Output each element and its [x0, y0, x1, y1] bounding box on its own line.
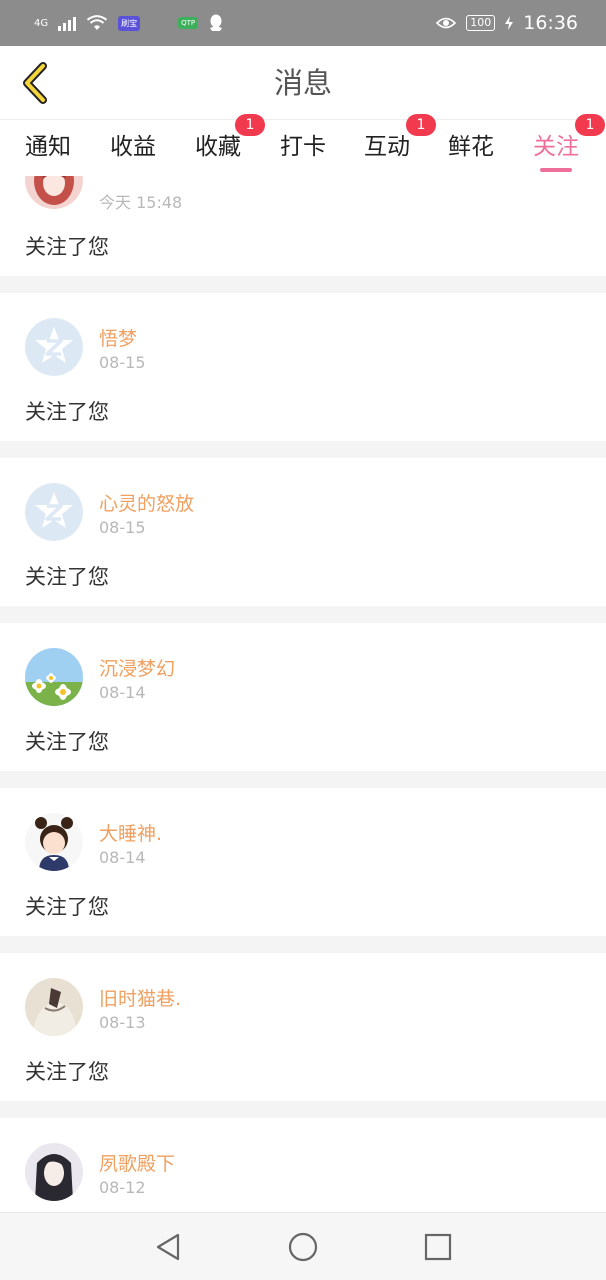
message-text: 关注了您 — [25, 1060, 109, 1084]
message-text: 关注了您 — [25, 895, 109, 919]
tab-label: 收藏 — [195, 134, 241, 160]
username[interactable]: 悟梦 — [99, 324, 137, 351]
status-left: 4G 刷宝 QTP — [34, 14, 224, 32]
timestamp: 08-15 — [99, 518, 146, 537]
nav-home-button[interactable] — [283, 1227, 323, 1267]
list-item[interactable]: 大睡神. 08-14 关注了您 — [0, 788, 606, 936]
message-text: 关注了您 — [25, 400, 109, 424]
tab-earnings[interactable]: 收益 — [110, 120, 156, 176]
timestamp: 08-15 — [99, 353, 146, 372]
app-notification-badge: 刷宝 — [118, 15, 141, 31]
anime-girl-avatar[interactable] — [25, 176, 83, 209]
child-avatar[interactable] — [25, 813, 83, 871]
message-text: 关注了您 — [25, 565, 109, 589]
status-bar: 4G 刷宝 QTP 100 16:36 — [0, 0, 606, 46]
qq-icon — [210, 14, 223, 31]
tab-label: 收益 — [110, 134, 156, 160]
username[interactable]: 夙歌殿下 — [99, 1149, 175, 1176]
default-z-avatar[interactable] — [25, 318, 83, 376]
unread-badge: 1 — [235, 114, 265, 136]
nav-back-button[interactable] — [149, 1227, 189, 1267]
list-item[interactable]: 悟梦 08-15 关注了您 — [0, 293, 606, 441]
app-notification-badge-2: QTP — [178, 17, 199, 29]
tab-bar: 通知 收益 收藏 1 打卡 互动 1 鲜花 关注 1 — [0, 114, 606, 176]
timestamp: 08-14 — [99, 683, 146, 702]
unread-badge: 1 — [575, 114, 605, 136]
active-tab-indicator — [540, 168, 572, 172]
triangle-back-icon — [156, 1233, 180, 1261]
timestamp: 08-12 — [99, 1178, 146, 1197]
tab-interactions[interactable]: 互动 1 — [364, 114, 436, 176]
tab-favorites[interactable]: 收藏 1 — [195, 114, 265, 176]
timestamp: 08-14 — [99, 848, 146, 867]
network-label: 4G — [34, 17, 49, 29]
clock: 16:36 — [523, 12, 578, 34]
eye-icon — [436, 17, 457, 29]
tab-follows[interactable]: 关注 1 — [533, 114, 605, 176]
signal-icon — [58, 15, 77, 31]
message-text: 关注了您 — [25, 730, 109, 754]
page-title: 消息 — [273, 66, 332, 100]
tab-label: 通知 — [25, 134, 71, 160]
list-item[interactable]: 沉浸梦幻 08-14 关注了您 — [0, 623, 606, 771]
message-text: 关注了您 — [25, 235, 109, 259]
nav-recents-button[interactable] — [418, 1227, 458, 1267]
timestamp: 08-13 — [99, 1013, 146, 1032]
anime-boy-avatar[interactable] — [25, 1143, 83, 1201]
system-nav-bar — [0, 1212, 606, 1280]
username[interactable]: 旧时猫巷. — [99, 984, 181, 1011]
list-item[interactable]: 心灵的怒放 08-15 关注了您 — [0, 458, 606, 606]
square-recents-icon — [424, 1233, 452, 1261]
username[interactable]: 大睡神. — [99, 819, 162, 846]
status-right: 100 16:36 — [436, 12, 578, 34]
charging-icon — [505, 16, 514, 30]
username[interactable]: 心灵的怒放 — [99, 489, 194, 516]
circle-home-icon — [288, 1232, 318, 1262]
unread-badge: 1 — [406, 114, 436, 136]
cat-avatar[interactable] — [25, 978, 83, 1036]
tab-label: 关注 — [533, 134, 579, 160]
list-item[interactable]: 旧时猫巷. 08-13 关注了您 — [0, 953, 606, 1101]
tab-label: 鲜花 — [448, 134, 494, 160]
message-list[interactable]: 今天 15:48 关注了您 悟梦 08-15 关注了您 心灵的怒放 08-15 … — [0, 176, 606, 1212]
timestamp: 今天 15:48 — [99, 193, 183, 212]
list-item[interactable]: 今天 15:48 关注了您 — [0, 176, 606, 276]
tab-flowers[interactable]: 鲜花 — [448, 120, 494, 176]
wifi-icon — [87, 15, 108, 30]
battery-indicator: 100 — [466, 15, 496, 31]
list-item[interactable]: 夙歌殿下 08-12 — [0, 1118, 606, 1212]
username[interactable]: 沉浸梦幻 — [99, 654, 175, 681]
tab-label: 打卡 — [280, 134, 326, 160]
tab-notifications[interactable]: 通知 — [25, 120, 71, 176]
daisy-avatar[interactable] — [25, 648, 83, 706]
tab-label: 互动 — [364, 134, 410, 160]
default-z-avatar[interactable] — [25, 483, 83, 541]
tab-checkin[interactable]: 打卡 — [280, 120, 326, 176]
header: 消息 — [0, 46, 606, 120]
